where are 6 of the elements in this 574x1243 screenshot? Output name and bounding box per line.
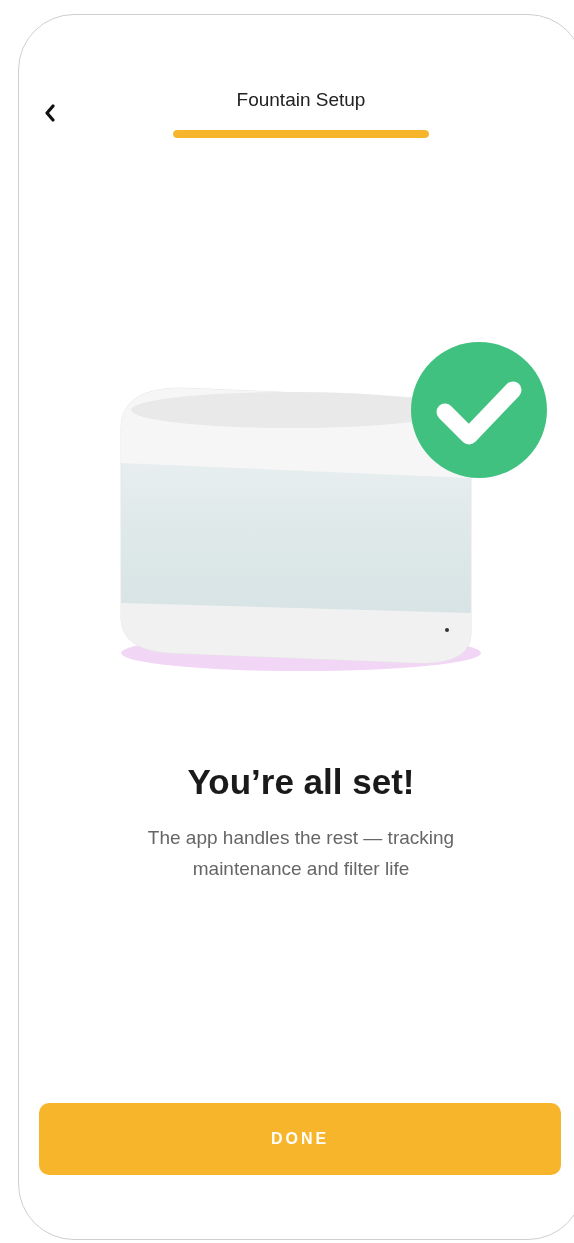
screen-title: Fountain Setup <box>236 88 366 112</box>
done-button[interactable]: DONE <box>39 1103 561 1175</box>
back-icon <box>44 104 56 122</box>
success-heading: You’re all set! <box>187 762 415 802</box>
success-description: The app handles the rest — tracking maintenance and filter life <box>146 826 456 881</box>
checkmark-badge-icon <box>411 342 547 478</box>
